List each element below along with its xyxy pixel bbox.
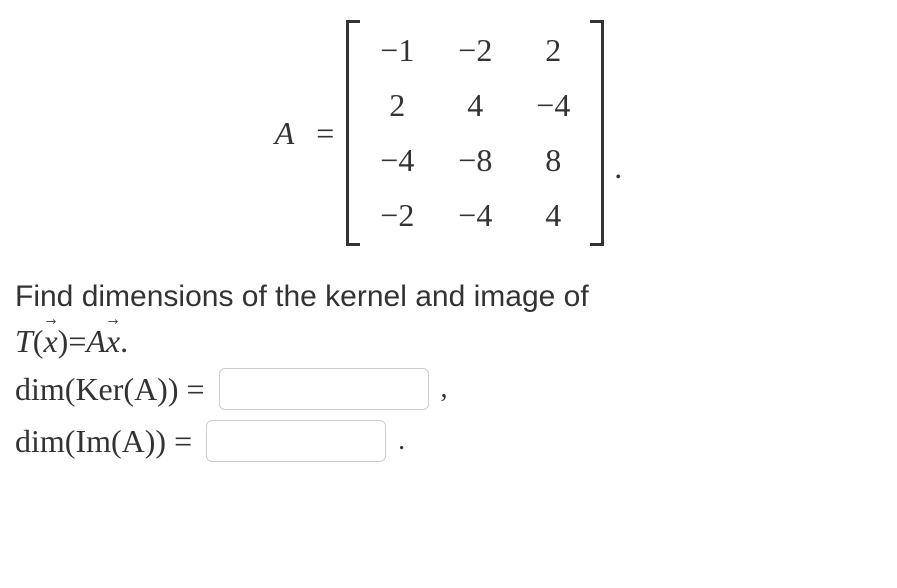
equation-period: . [614, 149, 622, 186]
eq-sign: = [68, 323, 86, 360]
ker-text: Ker [75, 371, 123, 407]
question-text: Find dimensions of the kernel and image … [15, 276, 882, 318]
transform-period: . [120, 323, 128, 360]
matrix-A: A [86, 323, 106, 360]
matrix-cell: −4 [372, 142, 422, 179]
matrix: −1 −2 2 2 4 −4 −4 −8 8 −2 −4 4 [346, 20, 604, 246]
matrix-cell: 4 [450, 87, 500, 124]
eq: = [166, 423, 192, 459]
dim-ker-label: dim(Ker(A)) = [15, 371, 205, 408]
im-input[interactable] [206, 420, 386, 462]
eq: = [178, 371, 204, 407]
paren-open: ( [33, 323, 44, 360]
paren: ( [65, 371, 76, 407]
ker-input[interactable] [219, 368, 429, 410]
ker-row: dim(Ker(A)) = , [15, 368, 882, 410]
paren-close: ) [58, 323, 69, 360]
vector-x: x [43, 323, 57, 360]
matrix-cell: −8 [450, 142, 500, 179]
equals-sign: = [316, 115, 334, 152]
period: . [398, 425, 405, 457]
matrix-cell: 2 [372, 87, 422, 124]
transform-T: T [15, 323, 33, 360]
matrix-cell: −4 [528, 87, 578, 124]
paren: ( [111, 423, 122, 459]
matrix-lhs: A [275, 115, 295, 152]
matrix-cell: −1 [372, 32, 422, 69]
paren: ( [65, 423, 76, 459]
transform-definition: T ( x ) = A x . [15, 323, 882, 360]
paren-close: )) [145, 423, 166, 459]
matrix-cell: 8 [528, 142, 578, 179]
matrix-cell: 4 [528, 197, 578, 234]
matrix-cell: 2 [528, 32, 578, 69]
dim-text: dim [15, 371, 65, 407]
A-var: A [122, 423, 145, 459]
dim-text: dim [15, 423, 65, 459]
matrix-equation: A = −1 −2 2 2 4 −4 −4 −8 8 −2 −4 4 . [15, 20, 882, 246]
im-text: Im [75, 423, 111, 459]
right-bracket [590, 20, 604, 246]
comma: , [441, 373, 448, 405]
paren-close: )) [157, 371, 178, 407]
vector-x2: x [106, 323, 120, 360]
left-bracket [346, 20, 360, 246]
paren: ( [123, 371, 134, 407]
dim-im-label: dim(Im(A)) = [15, 423, 192, 460]
matrix-cell: −2 [372, 197, 422, 234]
matrix-body: −1 −2 2 2 4 −4 −4 −8 8 −2 −4 4 [360, 20, 590, 246]
matrix-cell: −2 [450, 32, 500, 69]
A-var: A [134, 371, 157, 407]
im-row: dim(Im(A)) = . [15, 420, 882, 462]
matrix-cell: −4 [450, 197, 500, 234]
